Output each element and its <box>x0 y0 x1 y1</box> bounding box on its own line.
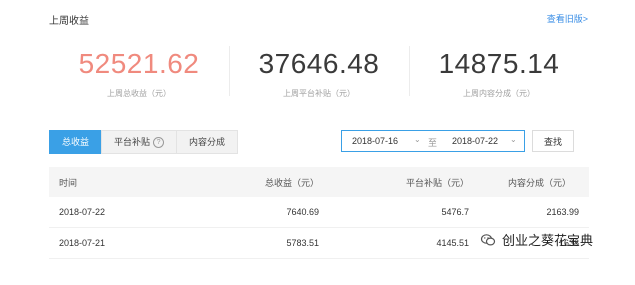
wechat-icon <box>480 233 496 246</box>
stat-label: 上周总收益（元） <box>107 89 171 98</box>
stat-total-earnings: 52521.62 上周总收益（元） <box>49 36 229 106</box>
cell-subsidy: 4145.51 <box>436 238 469 248</box>
stat-value: 52521.62 <box>78 48 200 79</box>
column-header-total: 总收益（元） <box>264 177 319 188</box>
stat-label: 上周平台补贴（元） <box>283 89 355 98</box>
chevron-down-icon[interactable]: ⌄ <box>414 135 421 144</box>
stat-value: 37646.48 <box>258 48 380 79</box>
stat-content-share: 14875.14 上周内容分成（元） <box>409 36 589 106</box>
watermark: 创业之葵花宝典 <box>480 230 593 249</box>
column-header-share: 内容分成（元） <box>507 177 571 188</box>
tab-platform-subsidy[interactable]: 平台补贴 ? <box>101 130 178 154</box>
stats-panel: 52521.62 上周总收益（元） 37646.48 上周平台补贴（元） 148… <box>49 36 589 106</box>
cell-subsidy: 5476.7 <box>441 207 469 217</box>
tab-label: 总收益 <box>62 137 90 147</box>
date-separator: 至 <box>428 138 438 148</box>
help-icon[interactable]: ? <box>153 136 165 148</box>
search-button[interactable]: 查找 <box>532 130 574 152</box>
date-end[interactable]: 2018-07-22 <box>452 136 498 146</box>
date-range-picker[interactable]: 2018-07-16 ⌄ 至 2018-07-22 ⌄ <box>341 130 525 152</box>
tab-content-share[interactable]: 内容分成 <box>176 130 239 154</box>
table-header: 时间 总收益（元） 平台补贴（元） 内容分成（元） <box>49 167 589 197</box>
tab-label: 内容分成 <box>189 137 226 147</box>
chevron-down-icon[interactable]: ⌄ <box>510 135 517 144</box>
tab-label: 平台补贴 <box>114 137 151 147</box>
tab-total-earnings[interactable]: 总收益 <box>49 130 103 154</box>
cell-total: 7640.69 <box>286 207 319 217</box>
date-start[interactable]: 2018-07-16 <box>352 136 398 146</box>
column-header-time: 时间 <box>59 177 78 188</box>
table-row: 2018-07-22 7640.69 5476.7 2163.99 <box>49 197 589 228</box>
header-title: 上周收益 <box>49 16 89 27</box>
cell-time: 2018-07-22 <box>59 207 106 217</box>
old-version-link[interactable]: 查看旧版> <box>547 12 588 25</box>
cell-total: 5783.51 <box>286 238 319 248</box>
cell-share: 2163.99 <box>546 207 579 217</box>
cell-time: 2018-07-21 <box>59 238 106 248</box>
watermark-text: 创业之葵花宝典 <box>502 233 594 248</box>
stat-label: 上周内容分成（元） <box>463 89 535 98</box>
stat-value: 14875.14 <box>438 48 560 79</box>
tab-bar: 总收益 平台补贴 ? 内容分成 <box>49 130 239 154</box>
column-header-subsidy: 平台补贴（元） <box>405 177 469 188</box>
stat-platform-subsidy: 37646.48 上周平台补贴（元） <box>229 36 409 106</box>
